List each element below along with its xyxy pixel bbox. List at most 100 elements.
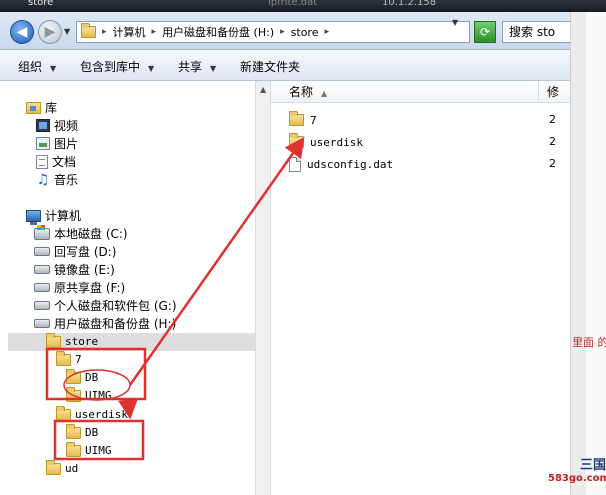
chevron-right-icon[interactable]: ▸ bbox=[149, 27, 160, 37]
column-name[interactable]: 名称 ▲ bbox=[271, 81, 539, 103]
drive-d-label: 回写盘 (D:) bbox=[54, 245, 117, 259]
computer-icon bbox=[26, 209, 41, 225]
folder-7-label: 7 bbox=[75, 353, 82, 366]
chevron-down-icon: ▼ bbox=[210, 64, 217, 73]
background-window-title: ipfrite.dat bbox=[268, 0, 318, 8]
documents-label: 文档 bbox=[52, 155, 77, 169]
document-icon bbox=[36, 154, 48, 169]
watermark-url: 583go.com bbox=[548, 473, 606, 484]
drive-icon bbox=[34, 319, 50, 328]
library-icon bbox=[26, 101, 41, 114]
tree-folder-ud[interactable]: ud bbox=[46, 459, 78, 477]
folder-icon bbox=[289, 133, 304, 148]
sort-ascending-icon: ▲ bbox=[321, 89, 328, 98]
include-in-library-label: 包含到库中 bbox=[80, 60, 141, 74]
drive-icon bbox=[34, 247, 50, 256]
ip-address: 10.1.2.158 bbox=[382, 0, 437, 8]
address-path[interactable]: ▸ 计算机 ▸ 用户磁盘和备份盘 (H:) ▸ store ▸ bbox=[76, 21, 470, 43]
videos-label: 视频 bbox=[54, 119, 79, 133]
tree-folder-uimg[interactable]: UIMG bbox=[66, 386, 112, 404]
watermark-text: 三国 bbox=[579, 458, 606, 473]
refresh-icon: ⟳ bbox=[479, 25, 491, 39]
tree-folder-userdisk-uimg[interactable]: UIMG bbox=[66, 441, 112, 459]
tree-folder-userdisk[interactable]: userdisk bbox=[56, 405, 128, 423]
tree-videos[interactable]: 视频 bbox=[36, 117, 78, 134]
organize-button[interactable]: 组织 ▼ bbox=[18, 58, 56, 75]
drive-f-label: 原共享盘 (F:) bbox=[54, 281, 126, 295]
column-name-label: 名称 bbox=[289, 85, 314, 99]
picture-icon bbox=[36, 137, 50, 150]
folder-userdisk-label: userdisk bbox=[75, 408, 128, 421]
chevron-up-icon[interactable]: ▲ bbox=[260, 85, 266, 94]
command-toolbar: 组织 ▼ 包含到库中 ▼ 共享 ▼ 新建文件夹 bbox=[0, 50, 570, 81]
tree-drive-f[interactable]: 原共享盘 (F:) bbox=[34, 279, 125, 296]
chevron-down-icon: ▼ bbox=[148, 64, 155, 73]
back-button[interactable]: ◀ bbox=[10, 20, 34, 44]
file-icon bbox=[289, 156, 301, 172]
recent-pages-dropdown[interactable]: ▼ bbox=[64, 27, 70, 36]
tree-music[interactable]: ♫ 音乐 bbox=[36, 171, 78, 188]
column-modified-label: 修 bbox=[547, 85, 560, 99]
drive-e-label: 镜像盘 (E:) bbox=[54, 263, 115, 277]
chevron-right-icon[interactable]: ▸ bbox=[99, 27, 110, 37]
breadcrumb-computer[interactable]: 计算机 bbox=[113, 24, 146, 40]
chevron-right-icon[interactable]: ▸ bbox=[321, 27, 332, 37]
new-folder-label: 新建文件夹 bbox=[240, 60, 301, 74]
tree-pictures[interactable]: 图片 bbox=[36, 135, 78, 152]
search-placeholder: 搜索 sto bbox=[509, 25, 556, 39]
breadcrumb-store[interactable]: store bbox=[291, 26, 319, 39]
folder-icon bbox=[56, 405, 71, 421]
address-bar: ◀ ▶ ▼ ▸ 计算机 ▸ 用户磁盘和备份盘 (H:) ▸ store ▸ ▼ … bbox=[0, 12, 572, 50]
file-row-udsconfig[interactable]: udsconfig.dat bbox=[289, 155, 393, 173]
new-folder-button[interactable]: 新建文件夹 bbox=[240, 58, 300, 75]
include-in-library-button[interactable]: 包含到库中 ▼ bbox=[80, 58, 154, 75]
file-row-userdisk[interactable]: userdisk bbox=[289, 133, 363, 151]
pane-splitter[interactable]: ▲ bbox=[255, 81, 271, 495]
drive-icon bbox=[34, 301, 50, 310]
music-label: 音乐 bbox=[54, 173, 79, 187]
chevron-right-icon[interactable]: ▸ bbox=[277, 27, 288, 37]
folder-icon bbox=[66, 423, 81, 439]
folder-icon bbox=[66, 441, 81, 457]
video-icon bbox=[36, 119, 50, 132]
tree-libraries[interactable]: 库 bbox=[26, 99, 57, 116]
store-label: store bbox=[65, 335, 99, 348]
column-modified[interactable]: 修 bbox=[547, 81, 559, 103]
refresh-button[interactable]: ⟳ bbox=[474, 21, 496, 43]
tree-folder-db[interactable]: DB bbox=[66, 368, 98, 386]
folder-icon bbox=[46, 459, 61, 475]
file-name: 7 bbox=[310, 113, 317, 127]
folder-userdisk-uimg-label: UIMG bbox=[85, 444, 112, 457]
drive-h-label: 用户磁盘和备份盘 (H:) bbox=[54, 317, 177, 331]
forward-button[interactable]: ▶ bbox=[38, 20, 62, 44]
tree-drive-g[interactable]: 个人磁盘和软件包 (G:) bbox=[34, 297, 177, 314]
tree-documents[interactable]: 文档 bbox=[36, 153, 76, 170]
tree-computer[interactable]: 计算机 bbox=[26, 207, 81, 225]
tree-folder-store[interactable]: store bbox=[46, 332, 99, 350]
folder-icon bbox=[289, 111, 304, 126]
file-row-7[interactable]: 7 bbox=[289, 111, 317, 129]
window-title: store bbox=[28, 0, 54, 8]
folder-icon bbox=[56, 350, 71, 366]
drive-g-label: 个人磁盘和软件包 (G:) bbox=[54, 299, 177, 313]
tree-folder-userdisk-db[interactable]: DB bbox=[66, 423, 98, 441]
folder-icon bbox=[46, 332, 61, 348]
folder-icon bbox=[66, 368, 81, 384]
address-history-dropdown[interactable]: ▼ bbox=[452, 18, 458, 27]
folder-icon bbox=[81, 23, 96, 38]
tree-folder-7[interactable]: 7 bbox=[56, 350, 82, 368]
file-date-truncated: 2 bbox=[549, 157, 556, 170]
drive-icon bbox=[34, 283, 50, 292]
background-window-edge bbox=[570, 12, 606, 495]
window-title-bar: store ipfrite.dat 10.1.2.158 bbox=[0, 0, 606, 12]
tree-drive-e[interactable]: 镜像盘 (E:) bbox=[34, 261, 115, 278]
tree-drive-h[interactable]: 用户磁盘和备份盘 (H:) bbox=[34, 315, 176, 332]
breadcrumb-drive-h[interactable]: 用户磁盘和备份盘 (H:) bbox=[162, 24, 274, 40]
search-input[interactable]: 搜索 sto bbox=[502, 21, 572, 43]
file-name: userdisk bbox=[310, 135, 363, 149]
share-button[interactable]: 共享 ▼ bbox=[178, 58, 216, 75]
vertical-scrollbar[interactable] bbox=[570, 12, 586, 495]
tree-drive-c[interactable]: 本地磁盘 (C:) bbox=[34, 224, 128, 242]
drive-icon bbox=[34, 265, 50, 274]
tree-drive-d[interactable]: 回写盘 (D:) bbox=[34, 243, 116, 260]
